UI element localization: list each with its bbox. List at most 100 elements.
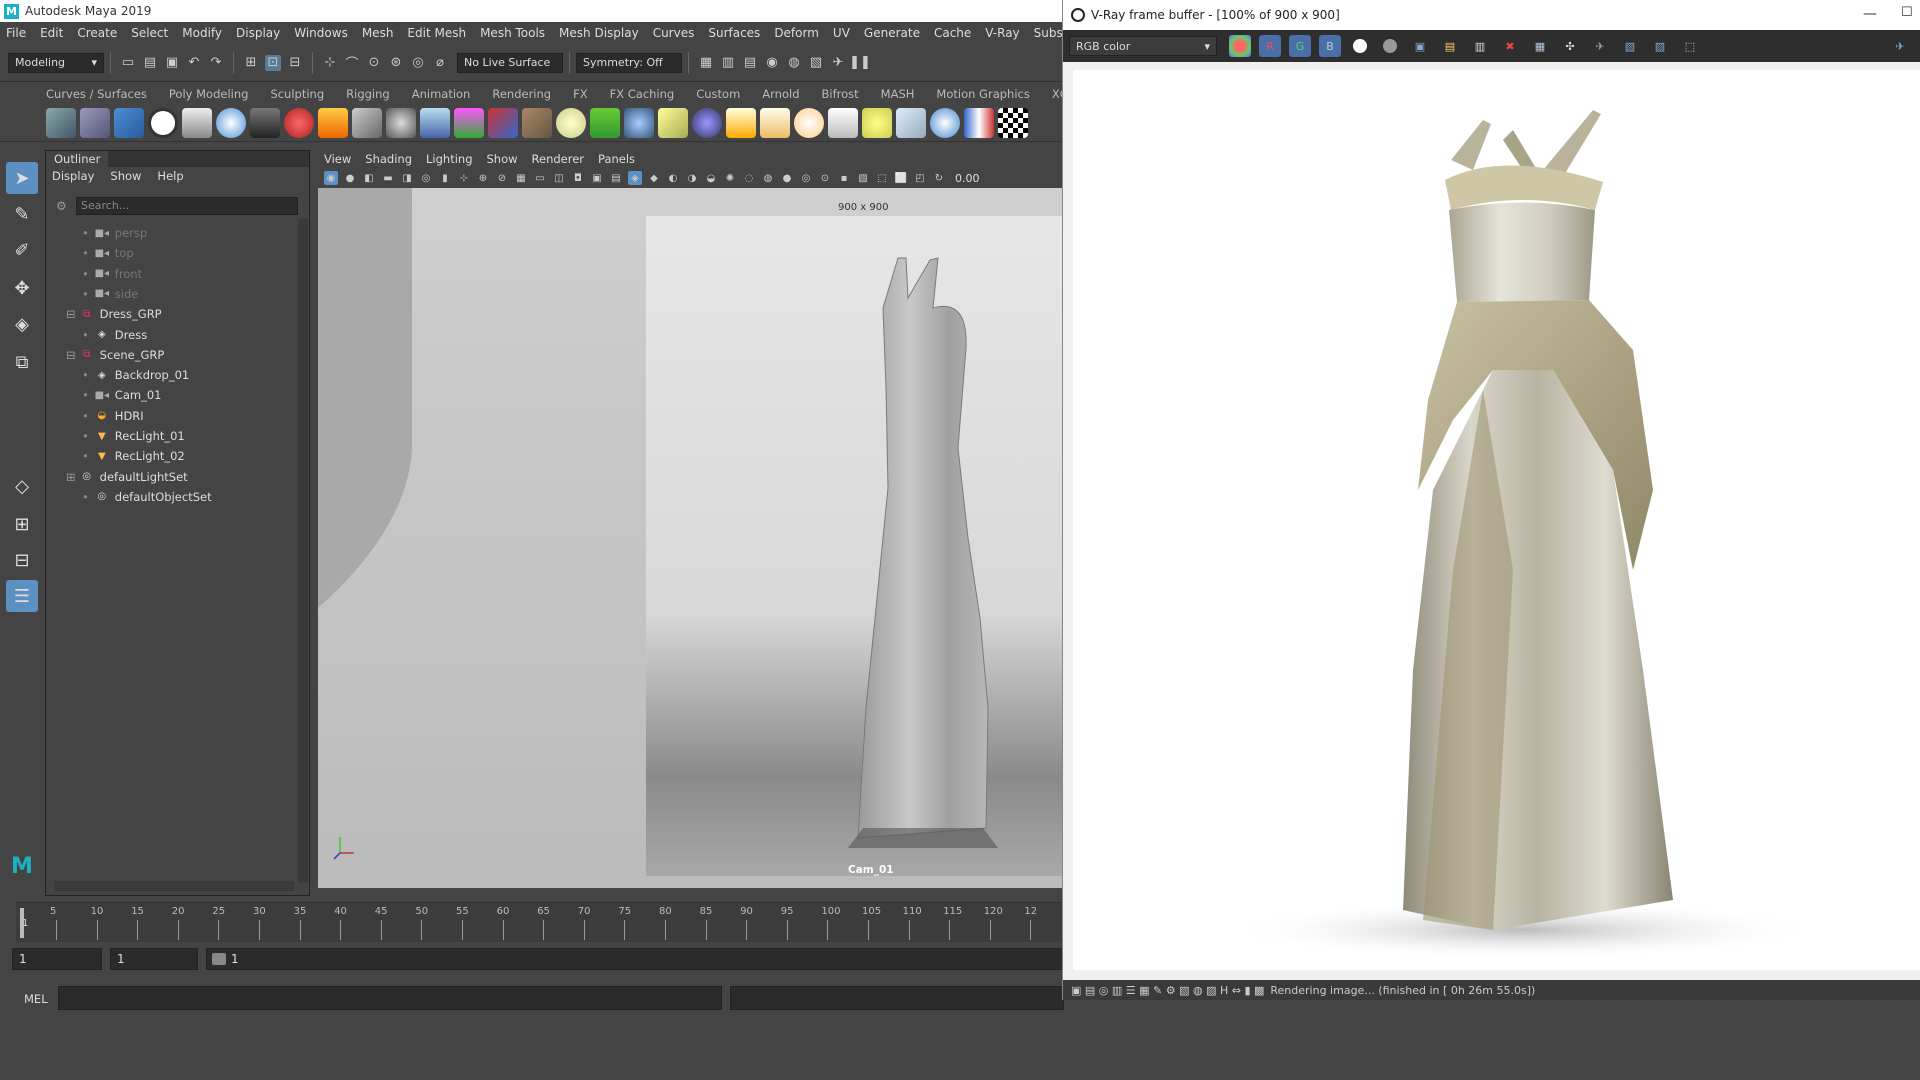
stop-render-icon[interactable]: ✖ (1499, 35, 1521, 57)
expand-toggle-icon[interactable]: ⊞ (66, 470, 76, 484)
viewport-view[interactable]: 900 x 900 Cam_01 (318, 188, 1064, 888)
hypershade-icon[interactable]: ◍ (786, 55, 802, 71)
menu-v-ray[interactable]: V-Ray (985, 26, 1019, 40)
snap-point-icon[interactable]: ⊙ (366, 55, 382, 71)
region-render-icon[interactable]: ✣ (1559, 35, 1581, 57)
outliner-row-backdrop-01[interactable]: • ◈ Backdrop_01 (76, 365, 189, 385)
render-settings-icon[interactable]: ◉ (764, 55, 780, 71)
history-icon[interactable]: ▨ (1649, 35, 1671, 57)
viewport-tool-icon-32[interactable]: ◰ (913, 171, 927, 185)
save-scene-icon[interactable]: ▣ (164, 55, 180, 71)
select-tool-icon[interactable]: ➤ (6, 162, 38, 194)
viewport-tool-icon-1[interactable]: ◉ (324, 171, 338, 185)
shelf-icon-2[interactable] (80, 107, 110, 138)
outliner-row-reclight-02[interactable]: • ▼ RecLight_02 (76, 446, 185, 466)
viewport-menu-show[interactable]: Show (487, 152, 518, 166)
outliner-row-side[interactable]: • ■◂ side (76, 284, 138, 304)
outliner-row-defaultobjectset[interactable]: • ◎ defaultObjectSet (76, 487, 212, 507)
viewport-tool-icon-10[interactable]: ⊘ (495, 171, 509, 185)
outliner-layout-icon[interactable]: ☰ (6, 580, 38, 612)
ipr-render-icon[interactable]: ▤ (742, 55, 758, 71)
menu-select[interactable]: Select (131, 26, 168, 40)
fire-icon[interactable] (318, 107, 348, 138)
shelf-icon-15[interactable] (522, 107, 552, 138)
viewport-tool-icon-20[interactable]: ◑ (685, 171, 699, 185)
blue-channel-button[interactable]: B (1319, 35, 1341, 57)
menu-surfaces[interactable]: Surfaces (708, 26, 760, 40)
outliner-tab[interactable]: Outliner (46, 151, 109, 167)
shelf-tab-sculpting[interactable]: Sculpting (264, 84, 330, 104)
outliner-row-persp[interactable]: • ■◂ persp (76, 223, 147, 243)
shelf-icon-16[interactable] (556, 107, 586, 138)
menu-windows[interactable]: Windows (294, 26, 348, 40)
viewport-tool-icon-11[interactable]: ▦ (514, 171, 528, 185)
start-time-field[interactable]: 1 (12, 948, 102, 970)
viewport-tool-icon-3[interactable]: ◧ (362, 171, 376, 185)
viewport-tool-icon-31[interactable]: ⬜ (894, 171, 908, 185)
maximize-icon[interactable]: ☐ (1901, 5, 1913, 20)
shelf-icon-18[interactable] (624, 107, 654, 138)
shelf-tab-rendering[interactable]: Rendering (486, 84, 557, 104)
viewport-tool-icon-6[interactable]: ◎ (419, 171, 433, 185)
snap-view-icon[interactable]: ⊛ (388, 55, 404, 71)
grass-icon[interactable] (590, 107, 620, 138)
viewport-tool-icon-29[interactable]: ▧ (856, 171, 870, 185)
viewport-tool-icon-24[interactable]: ◍ (761, 171, 775, 185)
gray-circle-icon[interactable] (1379, 35, 1401, 57)
move-tool-icon[interactable]: ✥ (6, 272, 38, 304)
outliner-row-defaultlightset[interactable]: ⊞ ◎ defaultLightSet (66, 467, 188, 487)
load-image-icon[interactable]: ▤ (1439, 35, 1461, 57)
vray-logo-icon[interactable] (148, 107, 178, 138)
outliner-row-dress-grp[interactable]: ⊟ ⧉ Dress_GRP (66, 304, 162, 324)
minimize-icon[interactable]: — (1863, 6, 1877, 22)
viewport-tool-icon-27[interactable]: ⊙ (818, 171, 832, 185)
menu-edit-mesh[interactable]: Edit Mesh (407, 26, 466, 40)
viewport-tool-icon-12[interactable]: ▭ (533, 171, 547, 185)
menu-display[interactable]: Display (236, 26, 280, 40)
viewport-tool-icon-4[interactable]: ▬ (381, 171, 395, 185)
viewport-tool-icon-19[interactable]: ◐ (666, 171, 680, 185)
color-channels-icon[interactable] (1229, 35, 1251, 57)
outliner-scrollbar[interactable] (298, 219, 308, 883)
viewport-tool-icon-18[interactable]: ◆ (647, 171, 661, 185)
viewport-value-field[interactable]: 0.00 (955, 172, 980, 185)
viewport-menu-panels[interactable]: Panels (598, 152, 635, 166)
redo-icon[interactable]: ↷ (208, 55, 224, 71)
viewport-tool-icon-7[interactable]: ▮ (438, 171, 452, 185)
vray-render-icon[interactable]: ✈ (830, 55, 846, 71)
time-slider[interactable]: 1 5 10 15 20 25 30 35 40 45 50 55 60 65 70 75 80 85 90 95 1… (0, 902, 1064, 944)
outliner-row-reclight-01[interactable]: • ▼ RecLight_01 (76, 426, 185, 446)
menu-mesh-display[interactable]: Mesh Display (559, 26, 639, 40)
compare-icon[interactable]: ▧ (1619, 35, 1641, 57)
symmetry-dropdown[interactable]: Symmetry: Off (576, 52, 682, 73)
shelf-icon-13[interactable] (454, 107, 484, 138)
menu-uv[interactable]: UV (833, 26, 850, 40)
spot-light-shelf-icon[interactable] (828, 107, 858, 138)
select-hierarchy-icon[interactable]: ⊞ (243, 55, 259, 71)
viewport-menu-shading[interactable]: Shading (365, 152, 412, 166)
live-surface-field[interactable]: No Live Surface (457, 52, 563, 73)
viewport-tool-icon-13[interactable]: ◫ (552, 171, 566, 185)
lasso-tool-icon[interactable]: ✎ (6, 198, 38, 230)
red-channel-button[interactable]: R (1259, 35, 1281, 57)
viewport-menu-renderer[interactable]: Renderer (532, 152, 585, 166)
rendered-image[interactable] (1073, 70, 1920, 970)
snap-surface-icon[interactable]: ◎ (410, 55, 426, 71)
green-channel-button[interactable]: G (1289, 35, 1311, 57)
viewport-tool-icon-16[interactable]: ▤ (609, 171, 623, 185)
expand-toggle-icon[interactable]: ⊟ (66, 348, 76, 362)
filter-icon[interactable]: ⚙ (56, 199, 67, 213)
viewport-tool-icon-23[interactable]: ◌ (742, 171, 756, 185)
outliner-row-hdri[interactable]: • ◒ HDRI (76, 406, 144, 426)
shelf-icon-8[interactable] (284, 107, 314, 138)
viewport-tool-icon-21[interactable]: ◒ (704, 171, 718, 185)
correction-icon[interactable]: ⬚ (1679, 35, 1701, 57)
rect-light-shelf-icon[interactable] (760, 107, 790, 138)
menu-substance[interactable]: Substance (1034, 26, 1064, 40)
render-view-icon[interactable]: ▧ (808, 55, 824, 71)
viewport-tool-icon-15[interactable]: ▣ (590, 171, 604, 185)
menu-generate[interactable]: Generate (864, 26, 920, 40)
track-mouse-icon[interactable]: ▦ (1529, 35, 1551, 57)
shelf-tab-bifrost[interactable]: Bifrost (816, 84, 865, 104)
shelf-icon-28[interactable] (964, 107, 994, 138)
